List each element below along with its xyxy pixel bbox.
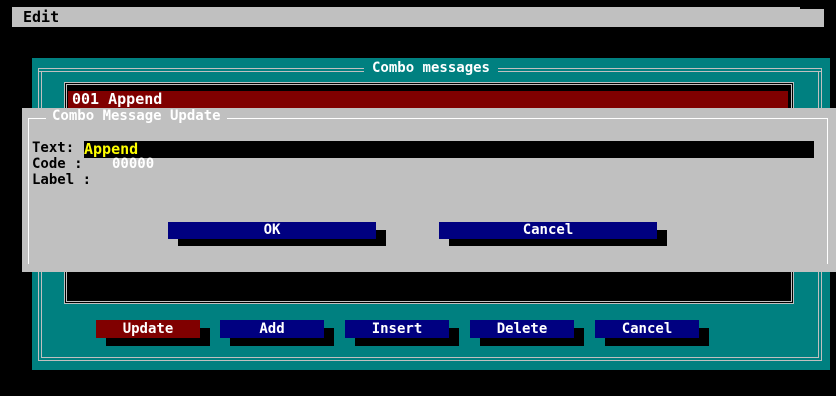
window-border-bottom xyxy=(38,360,822,361)
ok-button[interactable]: OK xyxy=(168,222,376,239)
combo-message-update-dialog: Combo Message Update Text: Append Code :… xyxy=(22,108,836,272)
delete-button[interactable]: Delete xyxy=(470,320,574,338)
menu-edit[interactable]: Edit xyxy=(23,8,59,26)
list-item[interactable]: 001 Append xyxy=(68,91,788,108)
menu-bar-edge xyxy=(800,7,824,9)
cancel-button[interactable]: Cancel xyxy=(595,320,699,338)
add-button[interactable]: Add xyxy=(220,320,324,338)
dialog-border-right xyxy=(827,118,828,264)
dialog-cancel-button[interactable]: Cancel xyxy=(439,222,657,239)
dialog-title: Combo Message Update xyxy=(46,108,227,124)
label-label: Label : xyxy=(32,172,92,188)
dialog-border-left xyxy=(28,118,29,264)
text-label: Text: xyxy=(32,140,75,156)
window-border-bottom-inner xyxy=(41,357,819,358)
insert-button[interactable]: Insert xyxy=(345,320,449,338)
combo-window-title: Combo messages xyxy=(32,60,830,76)
update-button[interactable]: Update xyxy=(96,320,200,338)
menu-bar: Edit xyxy=(12,7,824,27)
code-label: Code : xyxy=(32,156,83,172)
code-input[interactable]: 00000 xyxy=(112,156,154,172)
text-input[interactable]: Append xyxy=(84,141,814,158)
